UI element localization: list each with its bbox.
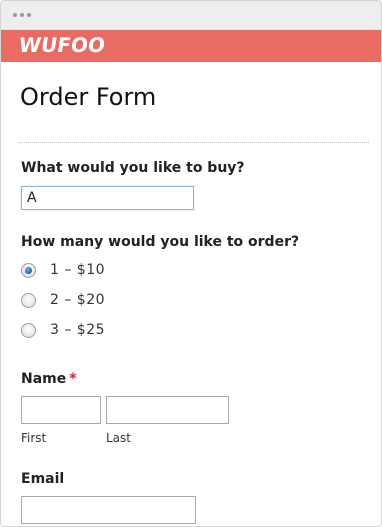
first-name-sublabel: First: [21, 431, 47, 445]
browser-window: WUFOO Order Form What would you like to …: [0, 0, 382, 527]
quantity-field-label: How many would you like to order?: [21, 234, 300, 250]
quantity-option-label: 2 – $20: [50, 292, 106, 308]
window-dot-icon: [20, 13, 24, 17]
email-input[interactable]: [21, 496, 196, 524]
product-input[interactable]: [21, 186, 194, 210]
quantity-option-2[interactable]: 2 – $20: [21, 290, 105, 310]
quantity-option-1[interactable]: 1 – $10: [21, 260, 105, 280]
required-marker: *: [69, 371, 77, 387]
radio-unchecked-icon[interactable]: [21, 322, 36, 338]
last-name-input[interactable]: [106, 396, 229, 424]
quantity-option-3[interactable]: 3 – $25: [21, 320, 105, 340]
name-field-label: Name *: [21, 371, 77, 387]
window-dot-icon: [13, 13, 17, 17]
form-title: Order Form: [20, 83, 157, 111]
last-name-sublabel: Last: [106, 431, 131, 445]
window-dot-icon: [27, 13, 31, 17]
title-divider: [19, 142, 369, 143]
radio-checked-icon[interactable]: [21, 262, 36, 278]
quantity-option-label: 1 – $10: [50, 262, 106, 278]
wufoo-logo: WUFOO: [17, 33, 107, 57]
window-title-bar: [1, 1, 381, 30]
product-field-label: What would you like to buy?: [21, 160, 245, 176]
email-field-label: Email: [21, 471, 65, 487]
name-label-text: Name: [21, 371, 67, 387]
window-controls: [13, 13, 34, 17]
quantity-option-label: 3 – $25: [50, 322, 106, 338]
first-name-input[interactable]: [21, 396, 101, 424]
radio-unchecked-icon[interactable]: [21, 292, 36, 308]
brand-header: WUFOO: [1, 30, 381, 62]
